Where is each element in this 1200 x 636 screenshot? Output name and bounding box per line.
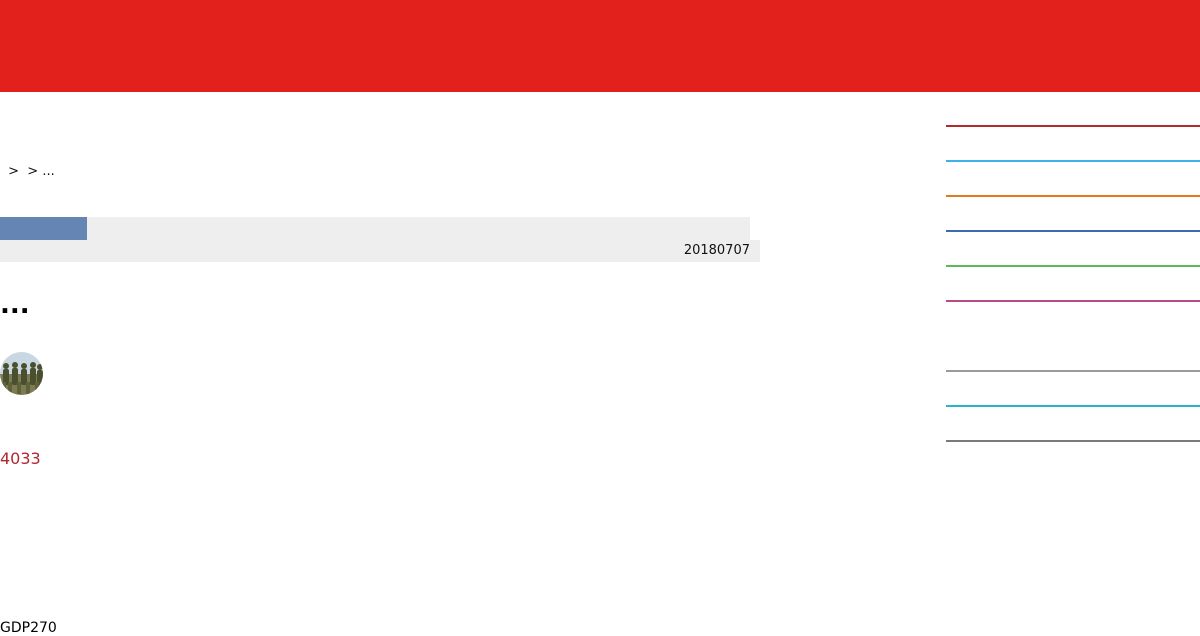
breadcrumb[interactable]: > > ... xyxy=(4,164,55,179)
sidebar-rule xyxy=(946,300,1200,302)
progress-track xyxy=(0,217,750,240)
date-strip: 20180707 xyxy=(0,240,760,262)
article-title: ... xyxy=(0,290,30,320)
soldiers-photo-icon[interactable] xyxy=(0,352,43,395)
progress-fill xyxy=(0,217,87,240)
sidebar-rule xyxy=(946,440,1200,442)
view-count: 4033 xyxy=(0,449,41,468)
sidebar-rule xyxy=(946,265,1200,267)
sidebar-rule xyxy=(946,160,1200,162)
sidebar-rule xyxy=(946,370,1200,372)
header-bar xyxy=(0,0,1200,92)
body-text: GDP270 xyxy=(0,620,57,636)
sidebar-rule xyxy=(946,125,1200,127)
sidebar-rule xyxy=(946,195,1200,197)
publish-date: 20180707 xyxy=(683,243,750,258)
sidebar-rule xyxy=(946,405,1200,407)
sidebar-rule xyxy=(946,230,1200,232)
